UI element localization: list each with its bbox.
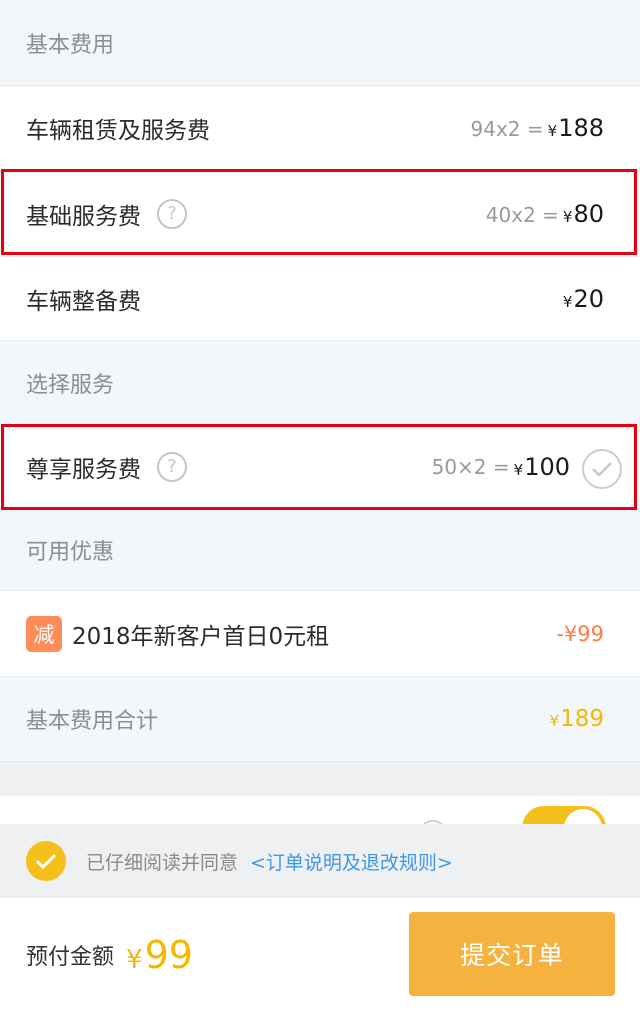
fee-value-basic-service: 40x2 = ¥80 <box>486 200 640 228</box>
section-header-select: 选择服务 <box>0 341 640 425</box>
fee-formula: 94x2 = <box>470 117 544 141</box>
fee-amount: ¥80 <box>563 200 604 228</box>
submit-order-button[interactable]: 提交订单 <box>409 912 615 996</box>
coupon-value: -¥99 <box>556 622 640 646</box>
currency-symbol: ¥ <box>126 944 143 975</box>
fee-row-rental: 车辆租赁及服务费 94x2 = ¥188 <box>0 86 640 171</box>
service-label-premium: 尊享服务费 ? <box>0 450 187 484</box>
fee-amount: ¥20 <box>563 285 604 313</box>
section-gap <box>0 762 640 796</box>
amount-number: 189 <box>560 706 604 732</box>
coupon-name: 2018年新客户首日0元租 <box>72 623 330 650</box>
currency-symbol: ¥ <box>562 207 573 226</box>
fee-value-rental: 94x2 = ¥188 <box>471 114 640 142</box>
fee-label-rental: 车辆租赁及服务费 <box>26 118 210 144</box>
checkout-footer: 预付金额 ¥99 提交订单 <box>0 898 640 1011</box>
currency-symbol: ¥ <box>513 460 524 479</box>
fee-row-basic-service: 基础服务费 ? 40x2 = ¥80 <box>0 171 640 257</box>
toggle-knob <box>564 809 602 824</box>
question-circle-icon[interactable]: ? <box>157 198 187 229</box>
service-row-premium[interactable]: 尊享服务费 ? 50×2 = ¥100 <box>0 425 640 509</box>
partially-hidden-row <box>0 796 640 824</box>
toggle-switch[interactable] <box>522 806 606 824</box>
fee-label-basic-service: 基础服务费 ? <box>0 197 187 231</box>
question-circle-icon[interactable]: ? <box>157 451 187 482</box>
amount-number: 188 <box>558 114 604 142</box>
check-circle-icon[interactable] <box>26 841 66 881</box>
fee-value-preparation: ¥20 <box>563 285 640 313</box>
section-header-basic: 基本费用 <box>0 0 640 86</box>
prepay-label: 预付金额 <box>26 944 115 970</box>
total-row: 基本费用合计 ¥189 <box>0 677 640 762</box>
section-title-select: 选择服务 <box>26 372 115 398</box>
total-amount: ¥189 <box>550 706 640 732</box>
coupon-label: 减 2018年新客户首日0元租 <box>0 615 330 652</box>
fee-amount: ¥188 <box>548 114 604 142</box>
currency-symbol: ¥ <box>549 712 560 730</box>
agreement-bar: 已仔细阅读并同意 <订单说明及退改规则> <box>0 824 640 898</box>
section-title-coupon: 可用优惠 <box>26 539 115 565</box>
coupon-row[interactable]: 减 2018年新客户首日0元租 -¥99 <box>0 591 640 677</box>
fee-row-preparation: 车辆整备费 ¥20 <box>0 257 640 341</box>
order-rules-link[interactable]: <订单说明及退改规则> <box>250 848 453 875</box>
agreement-text: 已仔细阅读并同意 <box>86 851 239 874</box>
coupon-discount: -¥99 <box>556 621 604 646</box>
amount-number: 100 <box>524 452 570 481</box>
amount-number: 20 <box>573 284 604 313</box>
check-circle-icon[interactable] <box>582 448 622 489</box>
section-header-coupon: 可用优惠 <box>0 509 640 591</box>
service-formula: 50×2 = <box>431 454 510 479</box>
service-label-text: 尊享服务费 <box>26 456 141 483</box>
currency-symbol: ¥ <box>547 122 558 140</box>
currency-symbol: ¥ <box>562 292 573 311</box>
fee-label-text: 基础服务费 <box>26 203 141 230</box>
prepay-amount: ¥99 <box>126 933 193 977</box>
amount-number: 99 <box>144 932 193 977</box>
total-label: 基本费用合计 <box>26 709 159 734</box>
discount-badge-icon: 减 <box>26 615 62 652</box>
section-title-basic: 基本费用 <box>26 32 115 58</box>
service-amount: ¥100 <box>514 453 570 481</box>
amount-number: 80 <box>573 199 604 228</box>
fee-formula: 40x2 = <box>485 202 559 227</box>
fee-label-preparation: 车辆整备费 <box>26 288 141 315</box>
service-value-premium: 50×2 = ¥100 <box>431 447 640 489</box>
